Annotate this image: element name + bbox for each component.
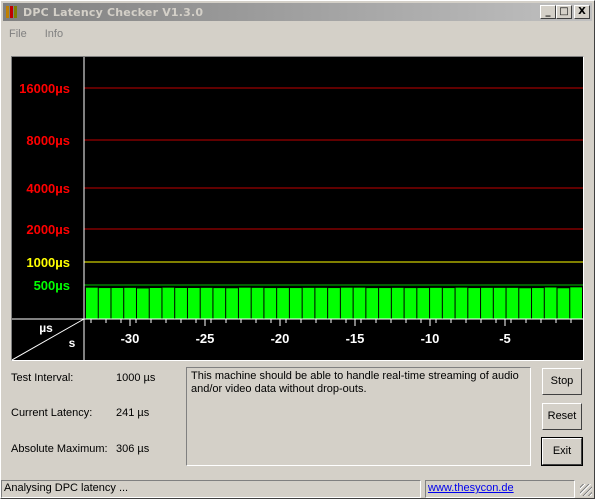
x-tick-label: -15 bbox=[346, 331, 365, 346]
app-window: DPC Latency Checker V1.3.0 _ □ X File In… bbox=[0, 0, 595, 499]
latency-bar bbox=[366, 288, 379, 319]
latency-bar bbox=[532, 288, 544, 319]
latency-bar bbox=[455, 287, 468, 319]
y-tick-label: 4000µs bbox=[26, 181, 70, 196]
latency-bar bbox=[111, 287, 124, 319]
latency-bar bbox=[519, 288, 532, 319]
latency-graph: 16000µs 8000µs 4000µs 2000µs 1000µs 500µs µs s -… bbox=[12, 57, 583, 360]
latency-bar bbox=[430, 287, 442, 319]
status-text: Analysing DPC latency ... bbox=[1, 480, 421, 498]
latency-bar bbox=[98, 288, 111, 319]
current-latency-value: 241 µs bbox=[116, 407, 150, 419]
test-interval-label: Test Interval: bbox=[11, 372, 74, 384]
latency-bar bbox=[226, 288, 238, 319]
exit-button[interactable]: Exit bbox=[541, 437, 583, 466]
latency-bar bbox=[277, 288, 289, 319]
x-tick-label: -20 bbox=[271, 331, 290, 346]
latency-bar bbox=[468, 288, 481, 319]
latency-bar bbox=[481, 287, 493, 319]
window-title: DPC Latency Checker V1.3.0 bbox=[23, 5, 204, 19]
latency-bar bbox=[493, 287, 506, 319]
latency-bar bbox=[353, 287, 366, 319]
x-tick-label: -10 bbox=[421, 331, 440, 346]
x-tick-label: -5 bbox=[499, 331, 511, 346]
latency-bar bbox=[340, 287, 353, 319]
latency-bar bbox=[302, 287, 315, 319]
latency-bar bbox=[124, 287, 136, 319]
y-unit-label: µs bbox=[39, 321, 53, 335]
status-link-panel: www.thesycon.de bbox=[425, 480, 575, 498]
latency-bar bbox=[442, 288, 455, 319]
y-tick-label: 500µs bbox=[34, 278, 70, 293]
menu-file[interactable]: File bbox=[3, 25, 33, 45]
y-tick-label: 2000µs bbox=[26, 222, 70, 237]
status-bar: Analysing DPC latency ... www.thesycon.d… bbox=[1, 478, 594, 498]
latency-bar bbox=[200, 287, 213, 319]
app-icon bbox=[5, 5, 19, 19]
latency-bar bbox=[149, 287, 162, 319]
latency-bar bbox=[251, 287, 264, 319]
latency-bar bbox=[506, 287, 519, 319]
latency-bar bbox=[289, 288, 302, 319]
latency-bar bbox=[315, 287, 328, 319]
menu-info[interactable]: Info bbox=[39, 25, 69, 45]
latency-bar bbox=[391, 287, 404, 319]
y-tick-label: 1000µs bbox=[26, 255, 70, 270]
latency-bar bbox=[162, 287, 175, 319]
minimize-button[interactable]: _ bbox=[540, 5, 556, 19]
reset-button[interactable]: Reset bbox=[542, 403, 582, 430]
current-latency-label: Current Latency: bbox=[11, 407, 93, 419]
latency-bar bbox=[557, 288, 570, 319]
status-message-box: This machine should be able to handle re… bbox=[186, 367, 531, 466]
y-tick-label: 16000µs bbox=[19, 81, 70, 96]
latency-bar bbox=[264, 288, 277, 319]
absolute-maximum-label: Absolute Maximum: bbox=[11, 443, 108, 455]
latency-bar bbox=[86, 287, 98, 319]
x-tick-label: -30 bbox=[121, 331, 140, 346]
latency-bar bbox=[417, 288, 430, 319]
website-link[interactable]: www.thesycon.de bbox=[428, 482, 514, 494]
title-bar[interactable]: DPC Latency Checker V1.3.0 _ □ X bbox=[3, 3, 592, 21]
latency-bar bbox=[570, 287, 582, 319]
latency-bar bbox=[213, 288, 226, 319]
close-button[interactable]: X bbox=[574, 5, 590, 19]
latency-bar bbox=[328, 288, 340, 319]
latency-bar bbox=[136, 288, 149, 319]
y-tick-label: 8000µs bbox=[26, 133, 70, 148]
latency-bar bbox=[379, 288, 391, 319]
latency-bar bbox=[238, 287, 251, 319]
latency-graph-svg: 16000µs 8000µs 4000µs 2000µs 1000µs 500µs µs s -… bbox=[12, 57, 583, 360]
maximize-button[interactable]: □ bbox=[556, 5, 572, 19]
absolute-maximum-value: 306 µs bbox=[116, 443, 150, 455]
x-unit-label: s bbox=[69, 336, 76, 350]
latency-bar bbox=[175, 287, 187, 319]
latency-bar bbox=[404, 288, 417, 319]
stop-button[interactable]: Stop bbox=[542, 368, 582, 395]
resize-grip[interactable] bbox=[580, 484, 592, 496]
x-tick-label: -25 bbox=[196, 331, 215, 346]
latency-bar bbox=[187, 287, 200, 319]
latency-graph-frame: 16000µs 8000µs 4000µs 2000µs 1000µs 500µs µs s -… bbox=[11, 56, 584, 361]
test-interval-value: 1000 µs bbox=[116, 372, 156, 384]
latency-bar bbox=[544, 287, 557, 319]
menu-bar: File Info bbox=[3, 25, 69, 45]
